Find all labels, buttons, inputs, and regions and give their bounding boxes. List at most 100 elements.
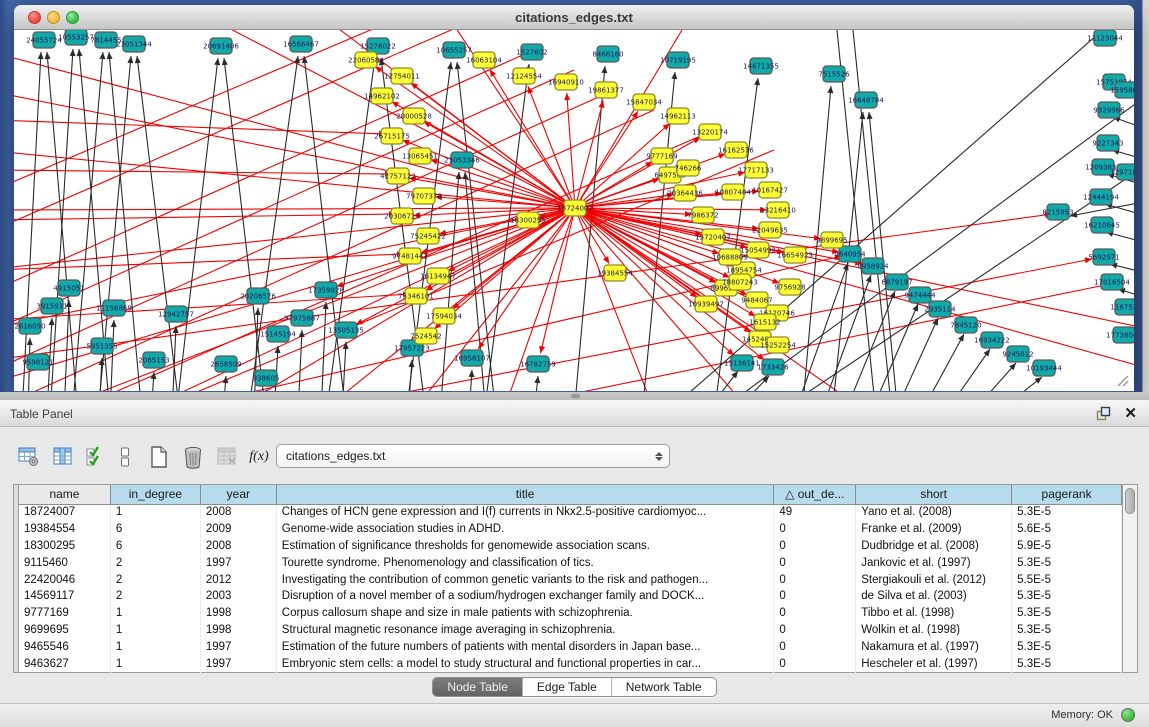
network-node[interactable]: 4915051 (53, 280, 84, 296)
network-node[interactable]: 2658509 (210, 356, 241, 372)
cell-in_degree[interactable]: 6 (111, 539, 201, 556)
cell-pagerank[interactable]: 5.3E-5 (1012, 556, 1122, 573)
cell-short[interactable]: Yano et al. (2008) (856, 505, 1012, 522)
network-node[interactable]: 16934222 (974, 332, 1010, 348)
cell-name[interactable]: 9777169 (19, 606, 111, 623)
cell-short[interactable]: Dudbridge et al. (2008) (856, 539, 1012, 556)
network-node[interactable]: 17738045 (1106, 327, 1134, 343)
network-node[interactable]: 8215953 (1042, 204, 1073, 220)
network-node[interactable]: 22049635 (752, 222, 788, 238)
splitter-grip[interactable] (571, 394, 580, 398)
resize-grip-icon[interactable] (1118, 376, 1128, 386)
network-node[interactable]: 12124554 (506, 68, 542, 84)
cell-year[interactable]: 1997 (201, 657, 277, 674)
cell-pagerank[interactable]: 5.3E-5 (1012, 657, 1122, 674)
network-node[interactable]: 13065451 (402, 148, 438, 164)
table-scrollbar[interactable] (1122, 484, 1138, 673)
network-node[interactable]: 8958924 (857, 258, 889, 274)
table-row[interactable]: 2242004622012Investigating the contribut… (19, 573, 1122, 590)
tab-edge-table[interactable]: Edge Table (523, 678, 612, 696)
network-node[interactable]: 9777169 (646, 148, 677, 164)
network-node[interactable]: 24055724 (26, 32, 62, 48)
cell-pagerank[interactable]: 5.9E-5 (1012, 539, 1122, 556)
network-node[interactable]: 16782759 (520, 356, 556, 372)
cell-short[interactable]: Stergiakouli et al. (2012) (856, 573, 1012, 590)
network-node[interactable]: 10553257 (58, 30, 94, 45)
cell-out_degree[interactable]: 49 (774, 505, 856, 522)
network-node[interactable]: 1527602 (516, 44, 547, 60)
cell-in_degree[interactable]: 1 (111, 640, 201, 657)
cell-title[interactable]: Disruption of a novel member of a sodium… (277, 589, 775, 606)
cell-out_degree[interactable]: 0 (774, 623, 856, 640)
network-node[interactable]: 7524542 (410, 328, 441, 344)
cell-year[interactable]: 1997 (201, 640, 277, 657)
float-panel-icon[interactable] (1096, 406, 1111, 421)
column-header-title[interactable]: title (277, 485, 775, 505)
cell-title[interactable]: Embryonic stem cells: a model to study s… (277, 657, 775, 674)
cell-pagerank[interactable]: 5.5E-5 (1012, 573, 1122, 590)
memory-status-icon[interactable] (1121, 708, 1135, 722)
cell-out_degree[interactable]: 0 (774, 556, 856, 573)
cell-out_degree[interactable]: 0 (774, 539, 856, 556)
cell-name[interactable]: 18724007 (19, 505, 111, 522)
column-header-year[interactable]: year (201, 485, 277, 505)
cell-short[interactable]: Franke et al. (2009) (856, 522, 1012, 539)
cell-in_degree[interactable]: 2 (111, 589, 201, 606)
network-node[interactable]: 5951355 (86, 338, 117, 354)
cell-out_degree[interactable]: 0 (774, 640, 856, 657)
network-node[interactable]: 20306713 (384, 208, 420, 224)
cell-in_degree[interactable]: 6 (111, 522, 201, 539)
delete-column-button[interactable] (180, 442, 206, 472)
cell-name[interactable]: 19384554 (19, 522, 111, 539)
cell-short[interactable]: Tibbo et al. (1998) (856, 606, 1012, 623)
network-node[interactable]: 14671355 (743, 58, 779, 74)
network-node[interactable]: 9245012 (1002, 346, 1033, 362)
delete-table-button[interactable] (214, 442, 240, 472)
cell-year[interactable]: 1998 (201, 606, 277, 623)
cell-year[interactable]: 2008 (201, 539, 277, 556)
network-node[interactable]: 7986372 (687, 207, 718, 223)
cell-title[interactable]: Changes of HCN gene expression and I(f) … (277, 505, 775, 522)
network-node[interactable]: 17359928 (308, 282, 344, 298)
network-node[interactable]: 1615132 (749, 314, 780, 330)
table-row[interactable]: 946362711997Embryonic stem cells: a mode… (19, 657, 1122, 674)
network-node[interactable]: 15847034 (626, 94, 662, 110)
network-node[interactable]: 2065153 (138, 352, 169, 368)
table-row[interactable]: 977716911998Corpus callosum shape and si… (19, 606, 1122, 623)
network-canvas-container[interactable]: 2405572410553257781445523051344206914061… (14, 30, 1134, 391)
network-node[interactable]: 20206576 (240, 288, 276, 304)
network-node[interactable]: 2935114 (924, 301, 956, 317)
cell-year[interactable]: 2003 (201, 589, 277, 606)
cell-pagerank[interactable]: 5.3E-5 (1012, 623, 1122, 640)
cell-in_degree[interactable]: 1 (111, 657, 201, 674)
cell-out_degree[interactable]: 0 (774, 573, 856, 590)
cell-title[interactable]: Estimation of the future numbers of pati… (277, 640, 775, 657)
network-node[interactable]: 17594034 (426, 308, 462, 324)
cell-short[interactable]: de Silva et al. (2003) (856, 589, 1012, 606)
cell-title[interactable]: Estimation of significance thresholds fo… (277, 539, 775, 556)
network-node[interactable]: 16648784 (848, 92, 884, 108)
network-node[interactable]: 10719195 (660, 52, 696, 68)
network-node[interactable]: 16210645 (1084, 217, 1120, 233)
table-row[interactable]: 1830029562008Estimation of significance … (19, 539, 1122, 556)
network-node[interactable]: 10193444 (1026, 360, 1062, 376)
network-canvas[interactable]: 2405572410553257781445523051344206914061… (14, 30, 1134, 391)
network-node[interactable]: 3915931 (36, 298, 67, 314)
cell-year[interactable]: 2009 (201, 522, 277, 539)
network-node[interactable]: 17016504 (1094, 274, 1130, 290)
network-node[interactable]: 20691406 (203, 38, 239, 54)
cell-in_degree[interactable]: 2 (111, 556, 201, 573)
cell-name[interactable]: 9699695 (19, 623, 111, 640)
cell-pagerank[interactable]: 5.3E-5 (1012, 606, 1122, 623)
table-row[interactable]: 969969511998Structural magnetic resonanc… (19, 623, 1122, 640)
cell-short[interactable]: Jankovic et al. (1997) (856, 556, 1012, 573)
show-columns-button[interactable] (50, 442, 76, 472)
cell-short[interactable]: Hescheler et al. (1997) (856, 657, 1012, 674)
network-node[interactable]: 97975887 (284, 310, 320, 326)
network-node[interactable]: 2616050 (14, 318, 45, 334)
create-column-button[interactable] (146, 442, 172, 472)
network-node[interactable]: 16654923 (777, 247, 813, 263)
cell-year[interactable]: 2008 (201, 505, 277, 522)
cell-short[interactable]: Nakamura et al. (1997) (856, 640, 1012, 657)
network-node[interactable]: 5692971 (1088, 249, 1119, 265)
